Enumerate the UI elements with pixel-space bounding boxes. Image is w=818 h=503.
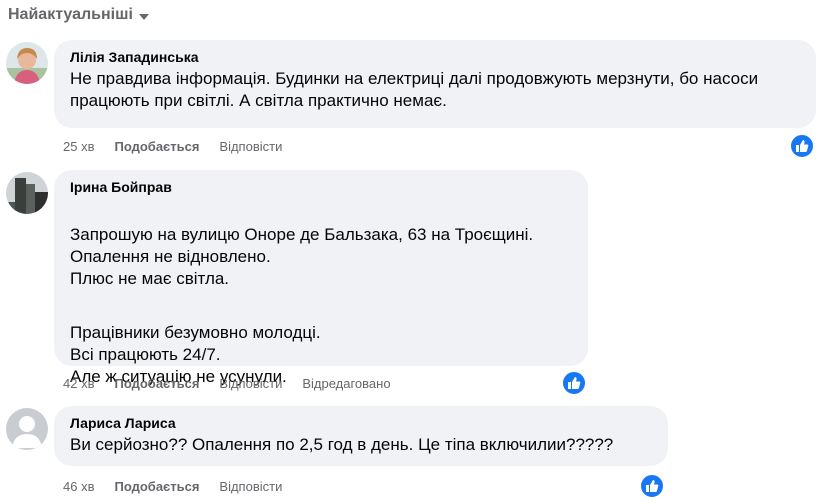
like-reaction-icon[interactable] (639, 473, 665, 499)
avatar[interactable] (6, 42, 48, 84)
comment-paragraph: Запрошую на вулицю Оноре де Бальзака, 63… (70, 225, 534, 288)
comment-actions: 46 хв Подобається Відповісти (63, 479, 282, 495)
sort-label: Найактуальніші (8, 6, 133, 23)
like-button[interactable]: Подобається (114, 139, 199, 155)
comment-time[interactable]: 46 хв (63, 479, 94, 495)
comment-time[interactable]: 25 хв (63, 139, 94, 155)
avatar[interactable] (6, 172, 48, 214)
reply-button[interactable]: Відповісти (219, 376, 282, 392)
edited-label: Відредаговано (302, 376, 391, 391)
comment-actions: 25 хв Подобається Відповісти (63, 139, 282, 155)
comment-bubble: Лілія Западинська Не правдива інформація… (54, 40, 816, 128)
sort-dropdown[interactable]: Найактуальніші (8, 4, 149, 26)
comment-text: Ви серйозно?? Опалення по 2,5 год в день… (70, 434, 654, 456)
comment-author[interactable]: Лілія Западинська (70, 48, 802, 66)
comment-text: Не правдива інформація. Будинки на елект… (70, 68, 802, 112)
reply-button[interactable]: Відповісти (219, 479, 282, 495)
like-reaction-icon[interactable] (561, 370, 587, 396)
avatar[interactable] (6, 408, 48, 450)
comment-actions: 42 хв Подобається Відповісти Відредагова… (63, 376, 391, 392)
like-button[interactable]: Подобається (114, 479, 199, 495)
comment-author[interactable]: Ірина Бойправ (70, 178, 574, 196)
reply-button[interactable]: Відповісти (219, 139, 282, 155)
like-reaction-icon[interactable] (789, 133, 815, 159)
comment-author[interactable]: Лариса Лариса (70, 414, 654, 432)
comment-time[interactable]: 42 хв (63, 376, 94, 392)
comment-paragraph: Не правдива інформація. Будинки на елект… (70, 69, 759, 110)
comment-paragraph: Ви серйозно?? Опалення по 2,5 год в день… (70, 435, 614, 454)
comment-bubble: Лариса Лариса Ви серйозно?? Опалення по … (54, 406, 668, 466)
comment-bubble: Ірина Бойправ Запрошую на вулицю Оноре д… (54, 170, 588, 386)
chevron-down-icon (138, 13, 149, 20)
like-button[interactable]: Подобається (114, 376, 199, 392)
